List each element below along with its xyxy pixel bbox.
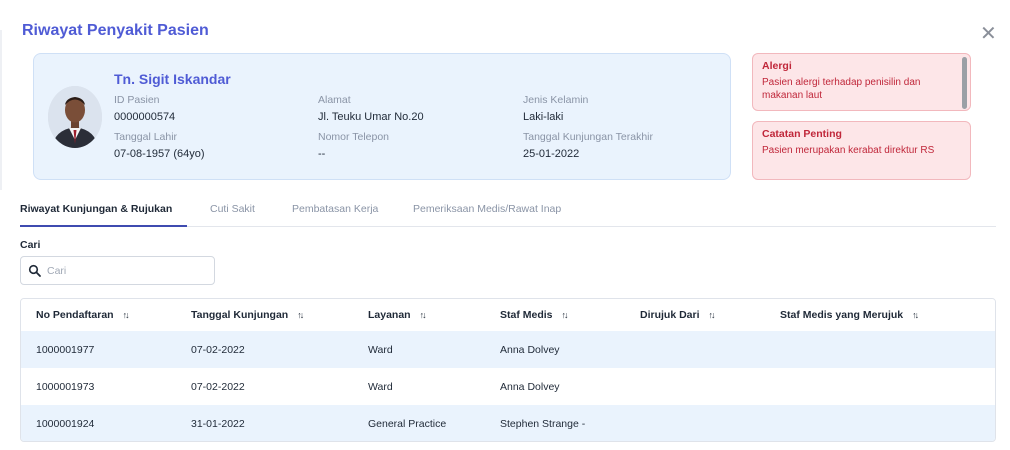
important-note-text: Pasien merupakan kerabat direktur RS: [762, 145, 935, 156]
last-visit-label: Tanggal Kunjungan Terakhir: [523, 131, 653, 143]
phone-value: --: [318, 148, 326, 160]
allergy-scrollbar[interactable]: [962, 57, 967, 109]
last-visit-value: 25-01-2022: [523, 148, 580, 160]
column-header-staf-medis[interactable]: Staf Medis ↑↓: [485, 299, 625, 331]
search-input[interactable]: [47, 262, 207, 280]
table-row[interactable]: 1000001973 07-02-2022 Ward Anna Dolvey: [21, 368, 995, 405]
table-cell: 07-02-2022: [176, 368, 353, 405]
sort-icon[interactable]: ↑↓: [912, 310, 919, 320]
address-value: Jl. Teuku Umar No.20: [318, 111, 424, 123]
important-note: Catatan Penting Pasien merupakan kerabat…: [752, 121, 971, 180]
gender-field: Jenis Kelamin Laki-laki: [523, 94, 588, 124]
sort-icon[interactable]: ↑↓: [123, 310, 130, 320]
allergy-title: Alergi: [762, 60, 792, 72]
table-cell: 1000001924: [21, 405, 176, 441]
sort-icon[interactable]: ↑↓: [297, 310, 304, 320]
sort-icon[interactable]: ↑↓: [709, 310, 716, 320]
patient-id-field: ID Pasien 0000000574: [114, 94, 175, 124]
column-header-label: Dirujuk Dari: [640, 309, 700, 321]
table-cell: Anna Dolvey: [485, 331, 625, 368]
column-header-tanggal-kunjungan[interactable]: Tanggal Kunjungan ↑↓: [176, 299, 353, 331]
column-header-label: Tanggal Kunjungan: [191, 309, 289, 321]
table-cell: Ward: [353, 368, 485, 405]
sort-icon[interactable]: ↑↓: [420, 310, 427, 320]
dob-field: Tanggal Lahir 07-08-1957 (64yo): [114, 131, 205, 161]
tab-pembatasan-kerja[interactable]: Pembatasan Kerja: [292, 203, 378, 227]
phone-field: Nomor Telepon --: [318, 131, 389, 161]
table-cell: 1000001973: [21, 368, 176, 405]
patient-id-value: 0000000574: [114, 111, 176, 123]
important-note-title: Catatan Penting: [762, 128, 842, 140]
close-icon[interactable]: ✕: [980, 24, 997, 44]
dob-label: Tanggal Lahir: [114, 131, 178, 143]
visit-table: No Pendaftaran ↑↓ Tanggal Kunjungan ↑↓ Lay…: [20, 298, 996, 442]
table-cell: Anna Dolvey: [485, 368, 625, 405]
search-label: Cari: [20, 239, 41, 251]
table-cell: General Practice: [353, 405, 485, 441]
table-cell: Ward: [353, 331, 485, 368]
gender-label: Jenis Kelamin: [523, 94, 589, 106]
patient-id-label: ID Pasien: [114, 94, 160, 106]
table-cell: [765, 405, 995, 441]
tab-pemeriksaan-medis[interactable]: Pemeriksaan Medis/Rawat Inap: [413, 203, 561, 227]
column-header-no-pendaftaran[interactable]: No Pendaftaran ↑↓: [21, 299, 176, 331]
tab-cuti-sakit[interactable]: Cuti Sakit: [210, 203, 255, 227]
table-cell: [625, 331, 765, 368]
table-row[interactable]: 1000001924 31-01-2022 General Practice S…: [21, 405, 995, 441]
search-box[interactable]: [20, 256, 215, 285]
column-header-dirujuk-dari[interactable]: Dirujuk Dari ↑↓: [625, 299, 765, 331]
address-label: Alamat: [318, 94, 351, 106]
gender-value: Laki-laki: [523, 111, 564, 123]
phone-label: Nomor Telepon: [318, 131, 390, 143]
tab-riwayat-kunjungan[interactable]: Riwayat Kunjungan & Rujukan: [20, 203, 187, 227]
left-edge-divider: [0, 30, 2, 190]
address-field: Alamat Jl. Teuku Umar No.20: [318, 94, 424, 124]
table-cell: [625, 368, 765, 405]
table-row[interactable]: 1000001977 07-02-2022 Ward Anna Dolvey: [21, 331, 995, 368]
column-header-staf-medis-merujuk[interactable]: Staf Medis yang Merujuk ↑↓: [765, 299, 995, 331]
modal-title: Riwayat Penyakit Pasien: [22, 22, 209, 39]
patient-name: Tn. Sigit Iskandar: [114, 71, 231, 87]
column-header-label: Staf Medis: [500, 309, 553, 321]
table-header-row: No Pendaftaran ↑↓ Tanggal Kunjungan ↑↓ Lay…: [21, 299, 995, 331]
dob-value: 07-08-1957 (64yo): [114, 148, 205, 160]
tab-bar: Riwayat Kunjungan & Rujukan Cuti Sakit P…: [20, 203, 996, 227]
table-cell: [765, 331, 995, 368]
avatar: [48, 86, 102, 148]
search-icon: [28, 264, 42, 278]
last-visit-field: Tanggal Kunjungan Terakhir 25-01-2022: [523, 131, 653, 161]
allergy-note: Alergi Pasien alergi terhadap penisilin …: [752, 53, 971, 111]
column-header-label: Layanan: [368, 309, 411, 321]
table-cell: 07-02-2022: [176, 331, 353, 368]
table-cell: 31-01-2022: [176, 405, 353, 441]
table-cell: [625, 405, 765, 441]
column-header-label: Staf Medis yang Merujuk: [780, 309, 904, 321]
table-cell: 1000001977: [21, 331, 176, 368]
column-header-layanan[interactable]: Layanan ↑↓: [353, 299, 485, 331]
table-cell: Stephen Strange -: [485, 405, 625, 441]
sort-icon[interactable]: ↑↓: [562, 310, 569, 320]
patient-info-card: Tn. Sigit Iskandar ID Pasien 0000000574 …: [33, 53, 731, 180]
table-cell: [765, 368, 995, 405]
column-header-label: No Pendaftaran: [36, 309, 114, 321]
allergy-text: Pasien alergi terhadap penisilin dan mak…: [762, 77, 921, 101]
